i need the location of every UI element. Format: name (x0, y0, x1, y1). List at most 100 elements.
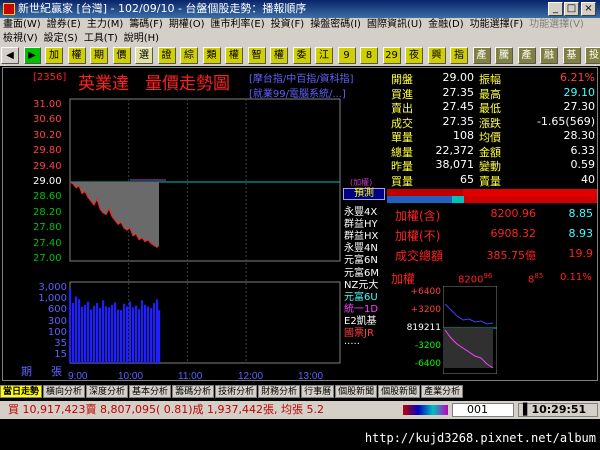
volume-bar (72, 303, 75, 363)
volume-bar (158, 310, 161, 363)
tab-financial[interactable]: 財務分析 (258, 385, 301, 398)
volume-bar (111, 304, 114, 363)
tab-fundamental[interactable]: 基本分析 (129, 385, 172, 398)
toolbar-button[interactable]: 產 (517, 47, 536, 64)
toolbar-button[interactable]: 期 (90, 47, 108, 64)
quote-value-2: 6.21% (560, 71, 595, 84)
toolbar-button[interactable]: 證 (157, 47, 176, 64)
mini-tick-label: +3200 (410, 305, 441, 315)
minimize-button[interactable]: _ (548, 2, 563, 16)
toolbar-button[interactable]: 權 (225, 47, 243, 64)
toolbar-button[interactable]: 綜 (180, 47, 198, 64)
menu-bar-secondary: 檢視(V) 設定(S) 工具(T) 說明(H) (0, 32, 600, 45)
toolbar-button[interactable]: 類 (202, 47, 221, 64)
volume-bar (153, 303, 156, 363)
menu-item[interactable]: 功能選擇(V) (526, 18, 587, 32)
toolbar-button[interactable]: 融 (540, 47, 558, 64)
toolbar-button[interactable]: 權 (67, 47, 86, 64)
tab-industry[interactable]: 產業分析 (421, 385, 464, 398)
menu-item[interactable]: 主力(M) (84, 18, 126, 32)
toolbar-button[interactable]: 騰 (495, 47, 513, 64)
tab-news[interactable]: 個股新聞 (335, 385, 378, 398)
menu-item[interactable]: 說明(H) (121, 32, 162, 45)
toolbar-button[interactable]: 興 (427, 47, 446, 64)
tab-news-2[interactable]: 個股新聞 (378, 385, 421, 398)
toolbar-button[interactable]: 產 (472, 47, 491, 64)
tab-horizontal[interactable]: 橫向分析 (43, 385, 86, 398)
volume-bar (147, 306, 150, 363)
tab-chips[interactable]: 籌碼分析 (172, 385, 215, 398)
toolbar-button[interactable]: 投 (585, 47, 600, 64)
volume-bar (132, 307, 135, 363)
toolbar-button[interactable]: 權 (270, 47, 288, 64)
toolbar-button[interactable]: 指 (450, 47, 468, 64)
maximize-button[interactable]: □ (564, 2, 579, 16)
close-button[interactable]: × (581, 2, 596, 16)
quote-value-2: 40 (581, 172, 595, 186)
menu-item[interactable]: 金融(D) (425, 18, 467, 32)
menu-item[interactable]: 匯市利率(E) (208, 18, 268, 32)
toolbar-button[interactable]: 基 (562, 47, 581, 64)
status-bar: 買 10,917,423賣 8,807,095( 0.81)成 1,937,44… (0, 401, 600, 419)
tab-intraday[interactable]: 當日走勢 (0, 385, 43, 398)
menu-item[interactable]: 功能選擇(F) (467, 18, 527, 32)
broker-item[interactable]: ..... (344, 336, 360, 347)
mini-tick-label: -3200 (414, 341, 441, 351)
menu-item[interactable]: 設定(S) (41, 32, 81, 45)
toolbar-button[interactable]: 智 (247, 47, 266, 64)
toolbar-arrow-button[interactable]: ◀ (1, 47, 19, 64)
market-summary: 買 10,917,423賣 8,807,095( 0.81)成 1,937,44… (8, 403, 324, 416)
time-tick-label: 9:00 (68, 371, 88, 382)
mini-tick-label: +6400 (410, 287, 441, 297)
quote-value: 27.45 (442, 100, 475, 113)
menu-item[interactable]: 工具(T) (81, 32, 121, 45)
volume-bar (117, 309, 120, 363)
volume-bar (144, 304, 147, 363)
quote-value: 22,372 (435, 143, 475, 157)
volume-bar (108, 307, 111, 363)
quote-label: 買量 (391, 174, 413, 188)
index-label: 加權(不) (395, 229, 441, 243)
menu-item[interactable]: 檢視(V) (0, 32, 41, 45)
menu-bar: 畫面(W) 證券(E) 主力(M) 籌碼(F) 期權(O) 匯市利率(E) 投資(F) 操盤密… (0, 18, 600, 32)
forecast-button[interactable]: 預測 (343, 188, 385, 200)
volume-bar (150, 308, 153, 363)
toolbar-button[interactable]: 8 (360, 47, 378, 64)
index-change: 8.93 (568, 227, 594, 240)
tab-depth[interactable]: 深度分析 (86, 385, 129, 398)
toolbar-button[interactable]: 29 (382, 47, 401, 64)
menu-item[interactable]: 畫面(W) (0, 18, 44, 32)
price-volume-chart: 9:00 10:00 11:00 12:00 13:00 (68, 98, 341, 382)
toolbar-button[interactable]: 9 (337, 47, 356, 64)
toolbar-arrow-button[interactable]: ▶ (23, 47, 41, 64)
menu-item[interactable]: 籌碼(F) (126, 18, 166, 32)
index-value: 6908.32 (490, 227, 537, 240)
toolbar-button[interactable]: 委 (292, 47, 311, 64)
index-value: 8200.96 (490, 207, 537, 220)
volume-bar (114, 302, 117, 363)
mini-tick-label: 819211 (406, 323, 441, 333)
volume-bar (78, 299, 81, 363)
menu-item[interactable]: 期權(O) (166, 18, 208, 32)
toolbar-button[interactable]: 夜 (405, 47, 423, 64)
code-field[interactable]: 001 (452, 403, 514, 417)
toolbar-button[interactable]: 選 (135, 47, 153, 64)
mini-index-label: 加權 (391, 272, 416, 286)
menu-item[interactable]: 投資(F) (268, 18, 308, 32)
volume-bar (126, 306, 129, 363)
quote-value-2: -1.65(569) (536, 114, 595, 128)
menu-item[interactable]: 國際資訊(U) (364, 18, 425, 32)
quote-label-2: 賣量 (479, 174, 501, 188)
index-change: 19.9 (568, 247, 594, 260)
toolbar-button[interactable]: 加 (45, 47, 63, 64)
toolbar-button[interactable]: 價 (112, 47, 131, 64)
volume-bar (129, 301, 132, 363)
volume-bar (138, 309, 141, 363)
menu-item[interactable]: 操盤密碼(I) (307, 18, 364, 32)
tab-calendar[interactable]: 行事曆 (301, 385, 335, 398)
mini-index-chart (443, 286, 497, 374)
menu-item[interactable]: 證券(E) (44, 18, 84, 32)
toolbar-button[interactable]: 江 (315, 47, 333, 64)
tab-technical[interactable]: 技術分析 (215, 385, 258, 398)
mini-index-value: 820096 (458, 272, 493, 286)
